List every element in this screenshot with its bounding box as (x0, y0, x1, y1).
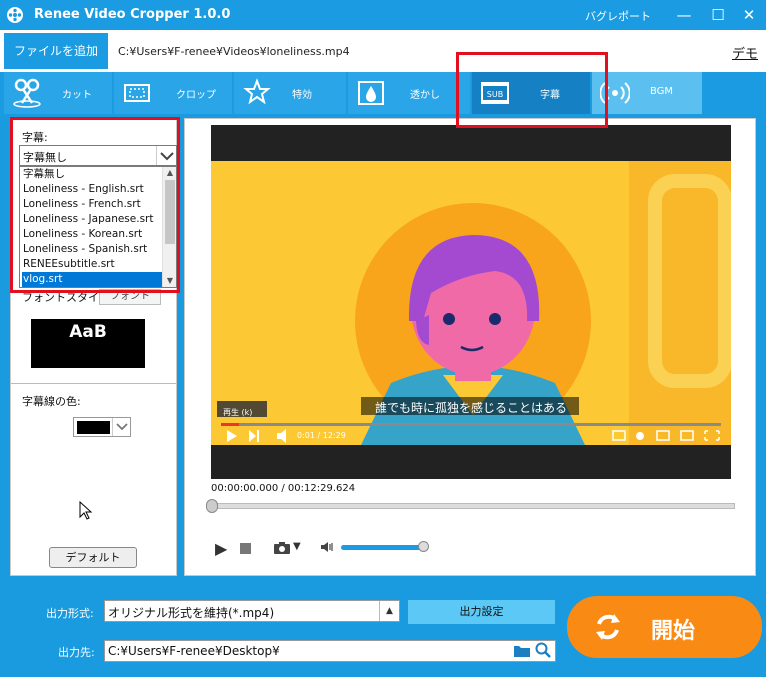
file-path: C:¥Users¥F-renee¥Videos¥loneliness.mp4 (118, 45, 350, 58)
tab-watermark[interactable]: 透かし (348, 72, 470, 114)
tab-effects[interactable]: 特効 (234, 72, 346, 114)
tab-effects-label: 特効 (292, 90, 312, 101)
camera-dropdown-icon[interactable]: ▼ (293, 541, 301, 552)
feature-toolbar: カット クロップ 特効 透かし SUB 字幕 BGM (0, 72, 766, 114)
tab-cut[interactable]: カット (4, 72, 112, 114)
output-format-label: 出力形式: (46, 607, 94, 620)
start-button[interactable]: 開始 (567, 596, 762, 658)
output-format-select[interactable]: オリジナル形式を維持(*.mp4) ▲ (104, 600, 400, 622)
file-row: ファイルを追加 C:¥Users¥F-renee¥Videos¥loneline… (0, 30, 766, 72)
output-destination-label: 出力先: (58, 646, 95, 659)
video-frame (211, 125, 731, 479)
outline-color-label: 字幕線の色: (22, 395, 81, 408)
minimize-button[interactable]: — (672, 4, 696, 26)
video-play-tooltip: 再生 (k) (223, 408, 253, 417)
refresh-icon (596, 614, 620, 640)
preview-panel: 再生 (k) 0:01 / 12:29 誰でも時に孤独を感じることはある 00:… (184, 118, 756, 576)
highlight-subtitle-list (10, 117, 180, 293)
output-destination-value: C:¥Users¥F-renee¥Desktop¥ (108, 644, 280, 658)
add-file-button[interactable]: ファイルを追加 (4, 33, 108, 69)
tab-bgm[interactable]: BGM (592, 72, 702, 114)
seek-knob[interactable] (206, 499, 218, 513)
watermark-icon (358, 81, 384, 105)
output-format-value: オリジナル形式を維持(*.mp4) (108, 606, 275, 620)
camera-icon[interactable] (273, 541, 291, 555)
start-button-label: 開始 (651, 619, 696, 644)
chevron-down-icon[interactable] (112, 418, 130, 436)
color-swatch (77, 421, 110, 434)
highlight-subtitle-tab (456, 52, 608, 128)
tab-crop[interactable]: クロップ (114, 72, 232, 114)
demo-link[interactable]: デモ (732, 43, 758, 62)
tab-crop-label: クロップ (176, 90, 216, 101)
play-icon[interactable]: ▶ (215, 539, 227, 558)
bug-report-link[interactable]: バグレポート (585, 8, 651, 24)
folder-icon[interactable] (513, 643, 531, 659)
divider (11, 383, 176, 384)
volume-knob[interactable] (418, 541, 429, 552)
app-title: Renee Video Cropper 1.0.0 (34, 7, 231, 22)
tab-bgm-label: BGM (650, 86, 674, 97)
subtitle-caption: 誰でも時に孤独を感じることはある (374, 401, 567, 415)
seek-bar[interactable] (207, 503, 735, 509)
title-bar: Renee Video Cropper 1.0.0 バグレポート — ☐ ✕ (0, 0, 766, 30)
time-readout: 00:00:00.000 / 00:12:29.624 (211, 483, 356, 494)
close-button[interactable]: ✕ (737, 4, 761, 26)
effects-icon (243, 78, 271, 105)
mouse-cursor-icon (79, 501, 93, 520)
font-preview: AaB (31, 319, 145, 368)
chevron-up-icon[interactable]: ▲ (379, 601, 399, 621)
stop-icon[interactable] (240, 543, 251, 554)
tab-cut-label: カット (62, 90, 92, 101)
output-destination-field[interactable]: C:¥Users¥F-renee¥Desktop¥ (104, 640, 556, 662)
volume-slider[interactable] (341, 545, 427, 550)
video-time: 0:01 / 12:29 (297, 431, 346, 440)
film-reel-icon (7, 7, 23, 23)
default-button[interactable]: デフォルト (49, 547, 137, 568)
output-settings-button[interactable]: 出力設定 (408, 600, 555, 624)
search-icon[interactable] (535, 642, 551, 658)
crop-icon (124, 84, 150, 102)
maximize-button[interactable]: ☐ (706, 4, 730, 26)
tab-watermark-label: 透かし (410, 90, 440, 101)
video-preview[interactable]: 再生 (k) 0:01 / 12:29 誰でも時に孤独を感じることはある (211, 125, 731, 479)
volume-icon[interactable] (320, 540, 334, 554)
outline-color-picker[interactable] (73, 417, 131, 437)
scissors-icon (13, 78, 41, 108)
